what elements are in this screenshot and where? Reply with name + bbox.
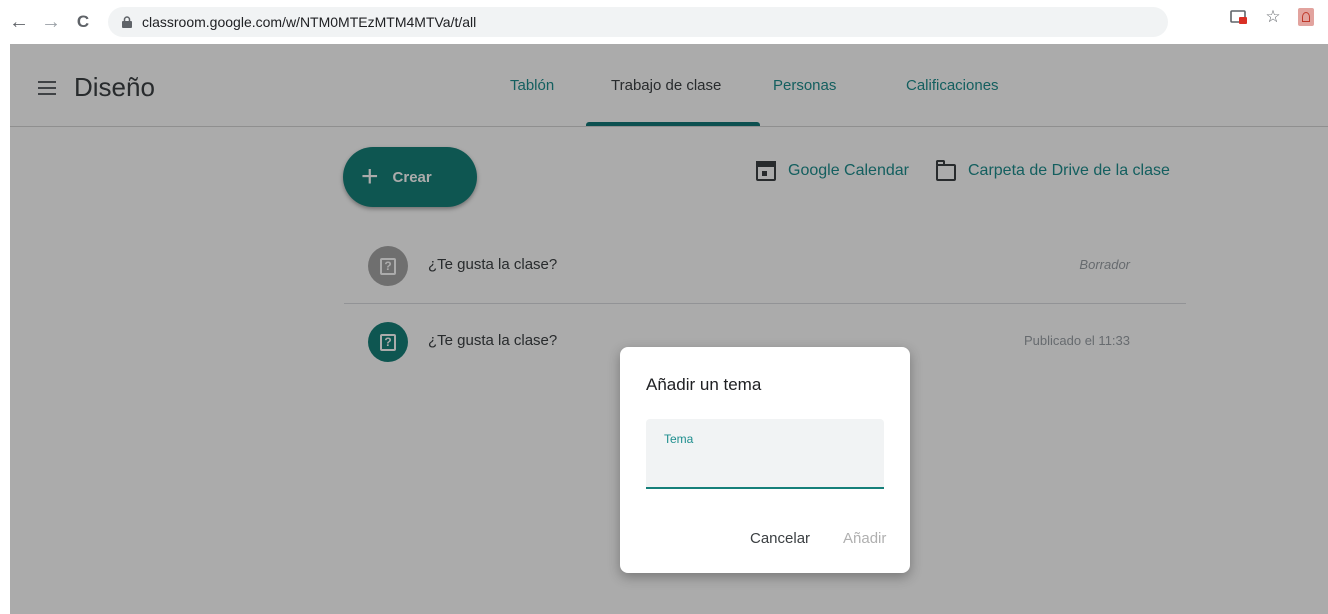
pdf-extension-icon[interactable] <box>1298 8 1314 26</box>
back-button[interactable]: ← <box>6 9 32 35</box>
dialog-title: Añadir un tema <box>646 375 762 394</box>
topic-field[interactable]: Tema <box>646 419 884 489</box>
topic-field-label: Tema <box>664 432 694 446</box>
add-button[interactable]: Añadir <box>843 530 886 547</box>
browser-toolbar: ← → C classroom.google.com/w/NTM0MTEzMTM… <box>0 0 1328 44</box>
bookmark-star-icon[interactable]: ☆ <box>1264 7 1282 26</box>
cast-icon[interactable] <box>1230 8 1248 26</box>
reload-button[interactable]: C <box>70 9 96 35</box>
url-text: classroom.google.com/w/NTM0MTEzMTM4MTVa/… <box>142 14 477 30</box>
topic-input[interactable] <box>664 451 868 481</box>
address-bar[interactable]: classroom.google.com/w/NTM0MTEzMTM4MTVa/… <box>108 7 1168 37</box>
topic-field-underline <box>646 487 884 489</box>
forward-button[interactable]: → <box>38 9 64 35</box>
lock-icon <box>122 16 132 28</box>
add-topic-dialog: Añadir un tema Tema Cancelar Añadir <box>620 347 910 573</box>
cancel-button[interactable]: Cancelar <box>750 530 810 547</box>
